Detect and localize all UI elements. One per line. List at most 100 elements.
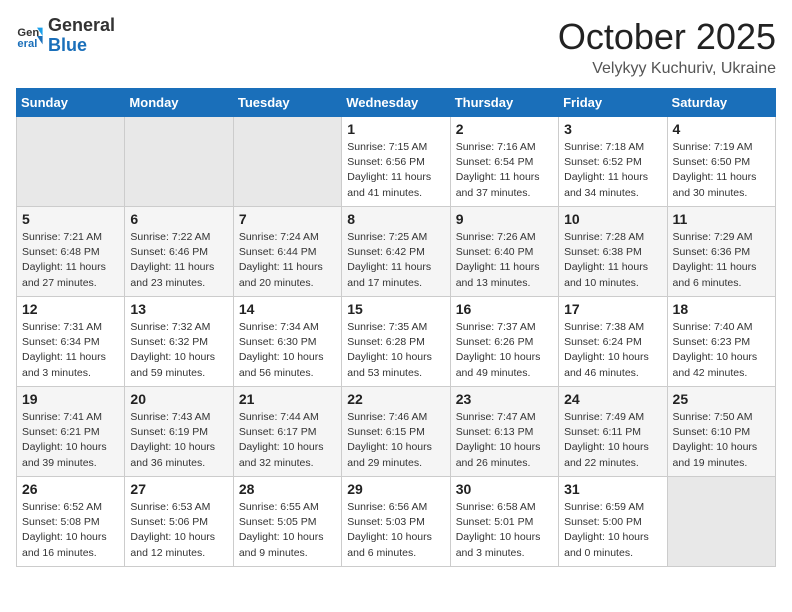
calendar-cell: 3 Sunrise: 7:18 AM Sunset: 6:52 PM Daylig…: [559, 117, 667, 207]
day-number: 19: [22, 391, 119, 407]
day-info: Sunrise: 7:18 AM Sunset: 6:52 PM Dayligh…: [564, 140, 661, 201]
day-info: Sunrise: 7:28 AM Sunset: 6:38 PM Dayligh…: [564, 230, 661, 291]
calendar-cell: 25 Sunrise: 7:50 AM Sunset: 6:10 PM Dayli…: [667, 387, 775, 477]
calendar-table: SundayMondayTuesdayWednesdayThursdayFrid…: [16, 88, 776, 567]
day-number: 29: [347, 481, 444, 497]
day-info: Sunrise: 7:35 AM Sunset: 6:28 PM Dayligh…: [347, 320, 444, 381]
calendar-cell: 13Sunrise: 7:32 AM Sunset: 6:32 PM Dayli…: [125, 297, 233, 387]
calendar-week-row: 19 Sunrise: 7:41 AM Sunset: 6:21 PM Dayli…: [17, 387, 776, 477]
calendar-cell: 1Sunrise: 7:15 AM Sunset: 6:56 PM Daylig…: [342, 117, 450, 207]
day-number: 5: [22, 211, 119, 227]
day-info: Sunrise: 7:44 AM Sunset: 6:17 PM Dayligh…: [239, 410, 336, 471]
day-number: 24: [564, 391, 661, 407]
day-number: 14: [239, 301, 336, 317]
day-number: 6: [130, 211, 227, 227]
day-number: 17: [564, 301, 661, 317]
day-number: 7: [239, 211, 336, 227]
day-number: 8: [347, 211, 444, 227]
day-number: 10: [564, 211, 661, 227]
day-number: 3: [564, 121, 661, 137]
day-info: Sunrise: 7:22 AM Sunset: 6:46 PM Dayligh…: [130, 230, 227, 291]
calendar-cell: [17, 117, 125, 207]
day-info: Sunrise: 7:49 AM Sunset: 6:11 PM Dayligh…: [564, 410, 661, 471]
day-number: 20: [130, 391, 227, 407]
calendar-cell: 31Sunrise: 6:59 AM Sunset: 5:00 PM Dayli…: [559, 477, 667, 567]
day-number: 31: [564, 481, 661, 497]
calendar-cell: 22Sunrise: 7:46 AM Sunset: 6:15 PM Dayli…: [342, 387, 450, 477]
day-number: 26: [22, 481, 119, 497]
day-info: Sunrise: 7:29 AM Sunset: 6:36 PM Dayligh…: [673, 230, 770, 291]
calendar-cell: 8 Sunrise: 7:25 AM Sunset: 6:42 PM Daylig…: [342, 207, 450, 297]
day-info: Sunrise: 7:25 AM Sunset: 6:42 PM Dayligh…: [347, 230, 444, 291]
day-info: Sunrise: 7:24 AM Sunset: 6:44 PM Dayligh…: [239, 230, 336, 291]
day-info: Sunrise: 7:21 AM Sunset: 6:48 PM Dayligh…: [22, 230, 119, 291]
weekday-header-row: SundayMondayTuesdayWednesdayThursdayFrid…: [17, 89, 776, 117]
calendar-week-row: 5 Sunrise: 7:21 AM Sunset: 6:48 PM Daylig…: [17, 207, 776, 297]
svg-text:Gen: Gen: [17, 27, 39, 39]
weekday-header-friday: Friday: [559, 89, 667, 117]
day-number: 23: [456, 391, 553, 407]
day-number: 12: [22, 301, 119, 317]
day-info: Sunrise: 7:41 AM Sunset: 6:21 PM Dayligh…: [22, 410, 119, 471]
logo-blue-text: Blue: [48, 36, 115, 56]
day-info: Sunrise: 7:50 AM Sunset: 6:10 PM Dayligh…: [673, 410, 770, 471]
calendar-cell: [667, 477, 775, 567]
day-info: Sunrise: 7:38 AM Sunset: 6:24 PM Dayligh…: [564, 320, 661, 381]
calendar-cell: 15Sunrise: 7:35 AM Sunset: 6:28 PM Dayli…: [342, 297, 450, 387]
calendar-cell: 6 Sunrise: 7:22 AM Sunset: 6:46 PM Daylig…: [125, 207, 233, 297]
day-info: Sunrise: 6:58 AM Sunset: 5:01 PM Dayligh…: [456, 500, 553, 561]
logo-general-text: General: [48, 16, 115, 36]
day-number: 9: [456, 211, 553, 227]
day-number: 21: [239, 391, 336, 407]
calendar-cell: 21 Sunrise: 7:44 AM Sunset: 6:17 PM Dayli…: [233, 387, 341, 477]
calendar-week-row: 12 Sunrise: 7:31 AM Sunset: 6:34 PM Dayli…: [17, 297, 776, 387]
calendar-cell: 9 Sunrise: 7:26 AM Sunset: 6:40 PM Daylig…: [450, 207, 558, 297]
weekday-header-tuesday: Tuesday: [233, 89, 341, 117]
calendar-cell: 26 Sunrise: 6:52 AM Sunset: 5:08 PM Dayli…: [17, 477, 125, 567]
month-year-title: October 2025: [558, 16, 776, 58]
calendar-cell: 2 Sunrise: 7:16 AM Sunset: 6:54 PM Daylig…: [450, 117, 558, 207]
calendar-cell: 27Sunrise: 6:53 AM Sunset: 5:06 PM Dayli…: [125, 477, 233, 567]
day-info: Sunrise: 6:53 AM Sunset: 5:06 PM Dayligh…: [130, 500, 227, 561]
calendar-cell: 12 Sunrise: 7:31 AM Sunset: 6:34 PM Dayli…: [17, 297, 125, 387]
calendar-cell: 5 Sunrise: 7:21 AM Sunset: 6:48 PM Daylig…: [17, 207, 125, 297]
day-info: Sunrise: 6:52 AM Sunset: 5:08 PM Dayligh…: [22, 500, 119, 561]
logo: Gen eral General Blue: [16, 16, 115, 56]
calendar-cell: 24 Sunrise: 7:49 AM Sunset: 6:11 PM Dayli…: [559, 387, 667, 477]
day-number: 16: [456, 301, 553, 317]
calendar-cell: 10 Sunrise: 7:28 AM Sunset: 6:38 PM Dayli…: [559, 207, 667, 297]
day-number: 30: [456, 481, 553, 497]
day-number: 25: [673, 391, 770, 407]
calendar-cell: 29 Sunrise: 6:56 AM Sunset: 5:03 PM Dayli…: [342, 477, 450, 567]
location-subtitle: Velykyy Kuchuriv, Ukraine: [558, 60, 776, 78]
calendar-cell: 4Sunrise: 7:19 AM Sunset: 6:50 PM Daylig…: [667, 117, 775, 207]
day-info: Sunrise: 7:34 AM Sunset: 6:30 PM Dayligh…: [239, 320, 336, 381]
title-area: October 2025 Velykyy Kuchuriv, Ukraine: [558, 16, 776, 78]
day-number: 22: [347, 391, 444, 407]
day-number: 28: [239, 481, 336, 497]
weekday-header-thursday: Thursday: [450, 89, 558, 117]
calendar-week-row: 1Sunrise: 7:15 AM Sunset: 6:56 PM Daylig…: [17, 117, 776, 207]
calendar-cell: 17 Sunrise: 7:38 AM Sunset: 6:24 PM Dayli…: [559, 297, 667, 387]
day-info: Sunrise: 7:47 AM Sunset: 6:13 PM Dayligh…: [456, 410, 553, 471]
day-info: Sunrise: 7:16 AM Sunset: 6:54 PM Dayligh…: [456, 140, 553, 201]
day-number: 13: [130, 301, 227, 317]
day-number: 2: [456, 121, 553, 137]
day-info: Sunrise: 7:31 AM Sunset: 6:34 PM Dayligh…: [22, 320, 119, 381]
day-info: Sunrise: 7:40 AM Sunset: 6:23 PM Dayligh…: [673, 320, 770, 381]
calendar-cell: [233, 117, 341, 207]
weekday-header-sunday: Sunday: [17, 89, 125, 117]
day-info: Sunrise: 6:56 AM Sunset: 5:03 PM Dayligh…: [347, 500, 444, 561]
calendar-cell: [125, 117, 233, 207]
calendar-cell: 19 Sunrise: 7:41 AM Sunset: 6:21 PM Dayli…: [17, 387, 125, 477]
weekday-header-wednesday: Wednesday: [342, 89, 450, 117]
weekday-header-saturday: Saturday: [667, 89, 775, 117]
day-info: Sunrise: 7:15 AM Sunset: 6:56 PM Dayligh…: [347, 140, 444, 201]
calendar-cell: 20 Sunrise: 7:43 AM Sunset: 6:19 PM Dayli…: [125, 387, 233, 477]
day-info: Sunrise: 7:43 AM Sunset: 6:19 PM Dayligh…: [130, 410, 227, 471]
day-info: Sunrise: 7:26 AM Sunset: 6:40 PM Dayligh…: [456, 230, 553, 291]
calendar-week-row: 26 Sunrise: 6:52 AM Sunset: 5:08 PM Dayli…: [17, 477, 776, 567]
weekday-header-monday: Monday: [125, 89, 233, 117]
day-number: 4: [673, 121, 770, 137]
logo-icon: Gen eral: [16, 22, 44, 50]
